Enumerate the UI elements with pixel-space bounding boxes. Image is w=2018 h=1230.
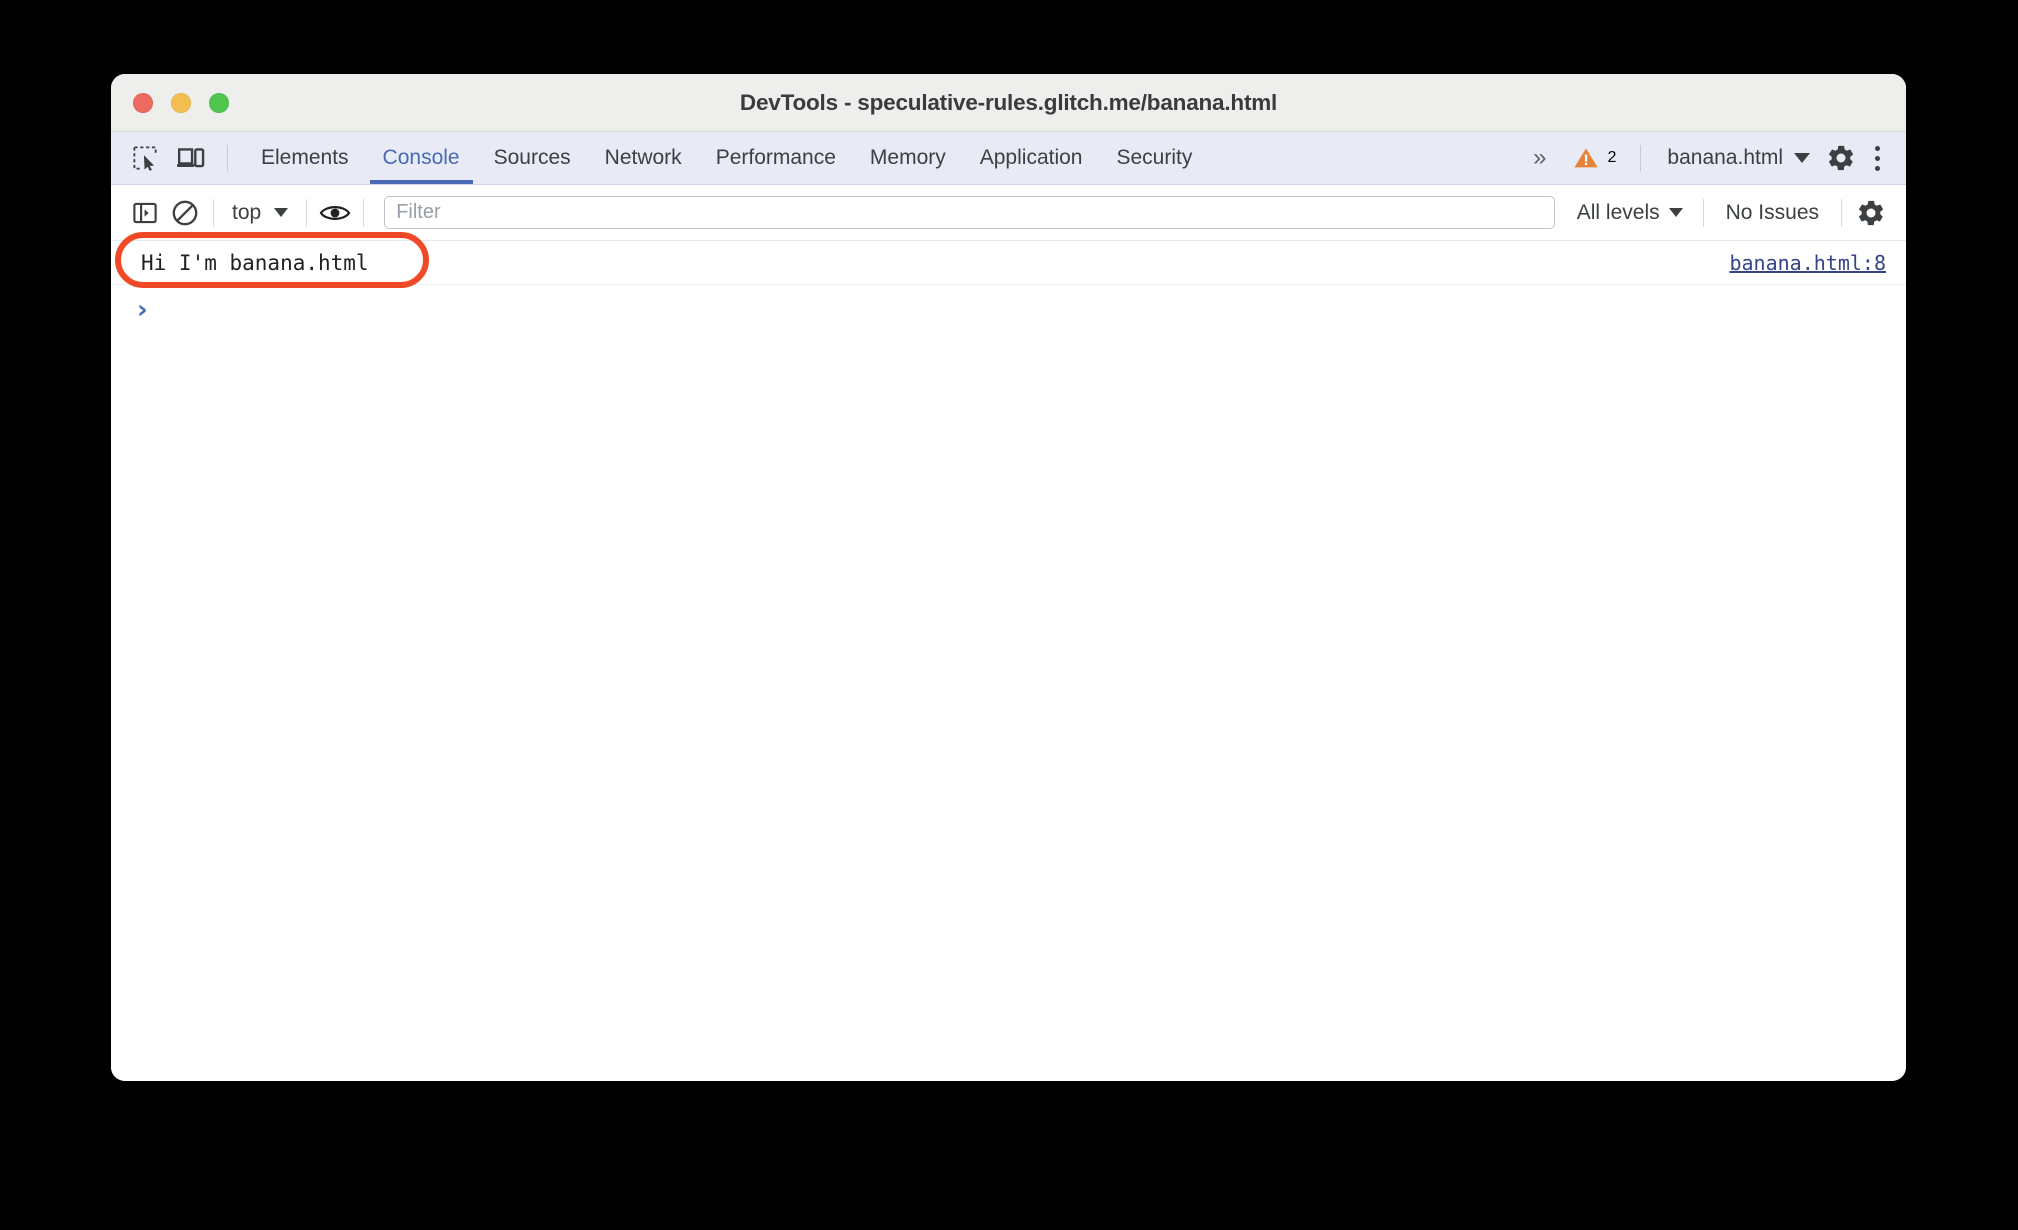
console-toolbar-divider <box>1841 198 1842 227</box>
tab-memory[interactable]: Memory <box>853 132 963 184</box>
console-settings-gear-icon <box>1859 200 1883 225</box>
kebab-dot <box>1874 165 1880 171</box>
context-selector-label: banana.html <box>1667 146 1783 169</box>
tab-performance[interactable]: Performance <box>699 132 853 184</box>
tab-memory-label: Memory <box>869 146 946 169</box>
tab-network[interactable]: Network <box>588 132 699 184</box>
traffic-lights <box>133 74 229 131</box>
devtools-main-menu-button[interactable] <box>1862 137 1892 179</box>
devtools-window: DevTools - speculative-rules.glitch.me/b… <box>111 74 1906 1081</box>
inspect-element-icon[interactable] <box>125 139 165 177</box>
clear-console-button[interactable] <box>165 194 205 232</box>
console-filter-input[interactable] <box>384 196 1555 229</box>
tab-console-label: Console <box>382 146 460 169</box>
tab-elements[interactable]: Elements <box>244 132 366 184</box>
device-toolbar-icon[interactable] <box>171 139 211 177</box>
more-tabs-icon[interactable]: » <box>1519 144 1558 172</box>
chevron-down-icon <box>274 208 289 217</box>
context-selector[interactable]: banana.html <box>1651 146 1820 170</box>
console-context-label: top <box>232 200 262 224</box>
kebab-dot <box>1874 145 1880 151</box>
console-toolbar-divider <box>1702 198 1704 227</box>
console-settings-button[interactable] <box>1850 192 1892 234</box>
window-title: DevTools - speculative-rules.glitch.me/b… <box>739 89 1278 115</box>
devtools-settings-button[interactable] <box>1820 137 1862 179</box>
console-sidebar-icon <box>133 202 157 223</box>
tab-console[interactable]: Console <box>366 132 477 184</box>
inspect-element-glyph <box>133 146 157 171</box>
device-toolbar-glyph <box>177 148 205 168</box>
panel-tabs: Elements Console Sources Network Perform… <box>244 132 1209 184</box>
console-toolbar-divider <box>306 198 308 227</box>
window-titlebar: DevTools - speculative-rules.glitch.me/b… <box>111 74 1906 132</box>
tab-security-label: Security <box>1116 146 1193 169</box>
kebab-dot <box>1874 155 1880 161</box>
tab-sources[interactable]: Sources <box>477 132 588 184</box>
chevron-down-icon <box>1668 208 1683 217</box>
console-toolbar-divider <box>213 198 214 227</box>
issues-counter[interactable]: No Issues <box>1712 201 1833 225</box>
warning-count: 2 <box>1607 149 1617 166</box>
warning-triangle-icon <box>1573 148 1598 168</box>
tab-performance-label: Performance <box>715 146 836 169</box>
clear-console-icon <box>172 200 198 225</box>
console-message-area[interactable]: Hi I'm banana.html banana.html:8 › <box>111 232 1906 1081</box>
console-toolbar: top All levels No Issues <box>111 185 1906 241</box>
devtools-tabbar: Elements Console Sources Network Perform… <box>111 132 1906 185</box>
console-toolbar-divider <box>363 198 365 227</box>
tabbar-right-tools: » 2 banana.html <box>1519 132 1906 184</box>
tabbar-right-divider <box>1640 145 1642 171</box>
zoom-window-button[interactable] <box>209 92 229 113</box>
warning-indicator[interactable]: 2 <box>1559 146 1631 170</box>
console-message-row[interactable]: Hi I'm banana.html banana.html:8 <box>111 232 1906 288</box>
gear-icon <box>1829 145 1853 171</box>
tab-application-label: Application <box>979 146 1083 169</box>
console-message-text: Hi I'm banana.html <box>141 250 369 275</box>
log-level-selector[interactable]: All levels <box>1565 201 1695 225</box>
tab-elements-label: Elements <box>261 146 349 169</box>
console-sidebar-toggle[interactable] <box>125 194 165 232</box>
console-message-source-link[interactable]: banana.html:8 <box>1729 251 1886 275</box>
tab-sources-label: Sources <box>493 146 571 169</box>
tabbar-divider <box>227 145 228 171</box>
tab-security[interactable]: Security <box>1099 132 1209 184</box>
console-prompt-row[interactable]: › <box>111 285 1906 335</box>
tabbar-left-tools <box>111 132 238 184</box>
live-expression-eye-icon <box>319 205 351 220</box>
log-level-label: All levels <box>1576 200 1660 224</box>
console-context-selector[interactable]: top <box>222 201 298 225</box>
tab-network-label: Network <box>604 146 682 169</box>
live-expression-button[interactable] <box>315 194 355 232</box>
chevron-down-icon <box>1794 153 1810 163</box>
close-window-button[interactable] <box>133 92 153 113</box>
tab-application[interactable]: Application <box>963 132 1100 184</box>
console-prompt-chevron-icon: › <box>137 295 148 325</box>
minimize-window-button[interactable] <box>171 92 191 113</box>
